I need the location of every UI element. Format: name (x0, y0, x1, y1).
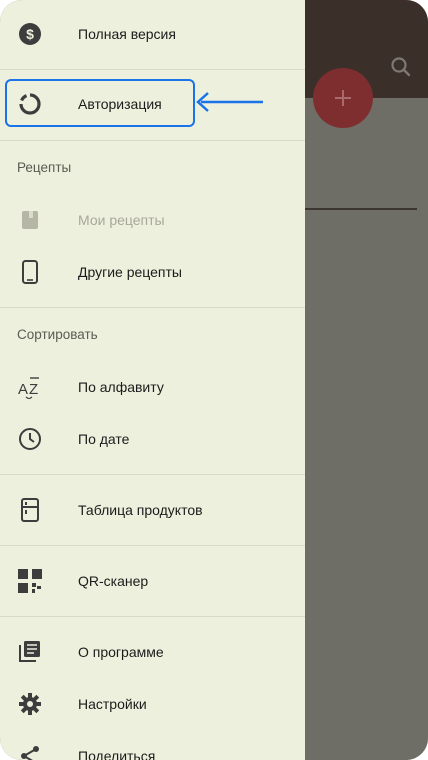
divider (0, 474, 305, 475)
library-books-icon (17, 639, 43, 665)
svg-text:A: A (18, 381, 28, 398)
menu-item-full-version[interactable]: $ Полная версия (0, 10, 305, 58)
plus-icon (335, 90, 351, 106)
sort-alpha-icon: AZ (17, 374, 43, 400)
svg-text:$: $ (26, 26, 34, 42)
menu-item-label: QR-сканер (78, 573, 149, 589)
menu-item-label: Полная версия (78, 26, 176, 42)
add-fab-button[interactable] (313, 68, 373, 128)
highlight-box (5, 79, 195, 127)
menu-item-about[interactable]: О программе (0, 628, 305, 676)
divider (0, 140, 305, 141)
menu-item-label: Таблица продуктов (78, 502, 203, 518)
menu-item-label: Другие рецепты (78, 264, 182, 280)
menu-item-settings[interactable]: Настройки (0, 680, 305, 728)
qr-icon (17, 568, 43, 594)
section-title-sort: Сортировать (17, 327, 98, 342)
menu-item-share[interactable]: Поделиться (0, 732, 305, 760)
menu-item-sort-date[interactable]: По дате (0, 415, 305, 463)
search-icon[interactable] (388, 54, 414, 80)
divider (0, 307, 305, 308)
divider (0, 616, 305, 617)
menu-item-label: Поделиться (78, 748, 156, 760)
menu-item-sort-alphabet[interactable]: AZ По алфавиту (0, 363, 305, 411)
menu-item-qr-scanner[interactable]: QR-сканер (0, 557, 305, 605)
fridge-icon (17, 497, 43, 523)
dollar-circle-icon: $ (17, 21, 43, 47)
menu-item-products-table[interactable]: Таблица продуктов (0, 486, 305, 534)
phone-screen: $ Полная версия Авторизация Рецепты Мои … (0, 0, 428, 760)
book-icon (17, 207, 43, 233)
menu-item-label: По алфавиту (78, 379, 164, 395)
app-divider (300, 208, 417, 210)
gear-icon (17, 691, 43, 717)
share-icon (17, 743, 43, 760)
menu-item-other-recipes[interactable]: Другие рецепты (0, 248, 305, 296)
divider (0, 69, 305, 70)
arrow-left-icon (196, 92, 263, 112)
phone-icon (17, 259, 43, 285)
menu-item-label: О программе (78, 644, 164, 660)
menu-item-label: Настройки (78, 696, 147, 712)
svg-text:Z: Z (29, 381, 38, 398)
menu-item-label: Мои рецепты (78, 212, 165, 228)
menu-item-label: По дате (78, 431, 130, 447)
clock-icon (17, 426, 43, 452)
menu-item-my-recipes[interactable]: Мои рецепты (0, 196, 305, 244)
section-title-recipes: Рецепты (17, 160, 72, 175)
app-content (300, 98, 428, 760)
divider (0, 545, 305, 546)
